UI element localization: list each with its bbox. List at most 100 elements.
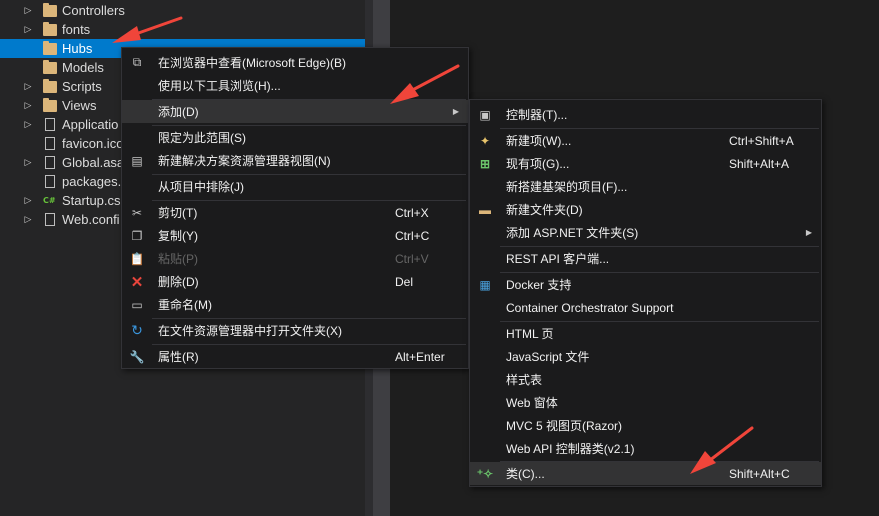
tree-item-label: Global.asa <box>62 155 125 170</box>
docker-icon: ▦ <box>479 277 491 292</box>
menu-item-label: 剪切(T) <box>158 206 198 220</box>
menu-item-label: 控制器(T)... <box>506 108 568 122</box>
submenu-item-existing-item[interactable]: ⊞ 现有项(G)... Shift+Alt+A <box>470 152 821 175</box>
submenu-item-controller[interactable]: ▣ 控制器(T)... <box>470 103 821 126</box>
folder-icon <box>43 40 57 55</box>
menu-item-label: Container Orchestrator Support <box>506 300 674 315</box>
menu-item-label: 新建文件夹(D) <box>506 203 583 217</box>
new-folder-icon: ▬ <box>479 202 491 217</box>
tree-item-label: packages. <box>62 174 122 189</box>
menu-item-label: 类(C)... <box>506 467 545 481</box>
tree-item-label: Scripts <box>62 79 102 94</box>
submenu-item-class[interactable]: ⁺✧ 类(C)... Shift+Alt+C <box>470 462 821 485</box>
menu-item-properties[interactable]: 🔧 属性(R) Alt+Enter <box>122 345 468 368</box>
menu-item-rename[interactable]: ▭ 重命名(M) <box>122 293 468 316</box>
menu-item-label: 添加(D) <box>158 105 199 119</box>
csharp-file-icon: C# <box>43 196 56 205</box>
config-file-icon <box>45 118 55 131</box>
expand-arrow-icon[interactable]: ▷ <box>22 25 34 35</box>
controller-icon: ▣ <box>479 107 491 122</box>
expand-arrow-icon[interactable]: ▷ <box>22 101 34 111</box>
submenu-item-web-form[interactable]: Web 窗体 <box>470 391 821 414</box>
menu-item-delete[interactable]: ✕ 删除(D) Del <box>122 270 468 293</box>
menu-item-label: HTML 页 <box>506 327 554 341</box>
menu-item-label: 复制(Y) <box>158 229 198 243</box>
config-file-icon <box>45 175 55 188</box>
menu-item-label: 删除(D) <box>158 275 199 289</box>
expand-arrow-icon[interactable]: ▷ <box>22 120 34 130</box>
menu-item-paste[interactable]: 📋 粘贴(P) Ctrl+V <box>122 247 468 270</box>
expand-arrow-icon[interactable]: ▷ <box>22 215 34 225</box>
new-item-icon: ✦ <box>479 133 491 148</box>
menu-item-label: Web API 控制器类(v2.1) <box>506 442 635 456</box>
paste-icon: 📋 <box>129 251 145 266</box>
menu-shortcut: Alt+Enter <box>395 349 445 364</box>
menu-item-open-in-explorer[interactable]: ↻ 在文件资源管理器中打开文件夹(X) <box>122 319 468 342</box>
submenu-item-aspnet-folder[interactable]: 添加 ASP.NET 文件夹(S) ▶ <box>470 221 821 244</box>
menu-shortcut: Ctrl+C <box>395 228 430 243</box>
menu-item-exclude[interactable]: 从项目中排除(J) <box>122 175 468 198</box>
submenu-item-docker[interactable]: ▦ Docker 支持 <box>470 273 821 296</box>
tree-item-label: Views <box>62 98 97 113</box>
menu-item-scope-to-this[interactable]: 限定为此范围(S) <box>122 126 468 149</box>
folder-icon <box>43 97 57 112</box>
submenu-item-rest-api[interactable]: REST API 客户端... <box>470 247 821 270</box>
expand-arrow-icon[interactable]: ▷ <box>22 6 34 16</box>
submenu-item-html-page[interactable]: HTML 页 <box>470 322 821 345</box>
menu-item-label: 从项目中排除(J) <box>158 180 244 194</box>
submenu-item-new-item[interactable]: ✦ 新建项(W)... Ctrl+Shift+A <box>470 129 821 152</box>
existing-item-icon: ⊞ <box>479 156 491 171</box>
file-icon <box>45 137 55 150</box>
expand-arrow-icon[interactable]: ▷ <box>22 158 34 168</box>
submenu-item-stylesheet[interactable]: 样式表 <box>470 368 821 391</box>
menu-item-label: 在文件资源管理器中打开文件夹(X) <box>158 324 342 338</box>
menu-item-label: 新建解决方案资源管理器视图(N) <box>158 154 331 168</box>
tree-item-controllers[interactable]: ▷ Controllers <box>0 1 365 20</box>
menu-item-label: Docker 支持 <box>506 278 572 292</box>
submenu-item-web-api-controller[interactable]: Web API 控制器类(v2.1) <box>470 437 821 460</box>
menu-shortcut: Shift+Alt+A <box>729 156 790 171</box>
wrench-icon: 🔧 <box>129 349 145 364</box>
submenu-item-container-orchestrator[interactable]: Container Orchestrator Support <box>470 296 821 319</box>
menu-item-label: 使用以下工具浏览(H)... <box>158 79 281 93</box>
menu-shortcut: Ctrl+X <box>395 205 429 220</box>
menu-item-cut[interactable]: ✂ 剪切(T) Ctrl+X <box>122 201 468 224</box>
menu-item-browse-with[interactable]: 使用以下工具浏览(H)... <box>122 74 468 97</box>
submenu-item-javascript[interactable]: JavaScript 文件 <box>470 345 821 368</box>
menu-item-label: 在浏览器中查看(Microsoft Edge)(B) <box>158 56 347 70</box>
tree-item-fonts[interactable]: ▷ fonts <box>0 20 365 39</box>
menu-item-view-in-browser[interactable]: ⧉ 在浏览器中查看(Microsoft Edge)(B) <box>122 51 468 74</box>
menu-item-label: JavaScript 文件 <box>506 350 590 364</box>
copy-icon: ❐ <box>131 228 143 243</box>
menu-item-label: 现有项(G)... <box>506 157 570 171</box>
submenu-item-scaffolded[interactable]: 新搭建基架的项目(F)... <box>470 175 821 198</box>
tree-item-label: fonts <box>62 22 91 37</box>
folder-icon <box>43 2 57 17</box>
folder-icon <box>43 59 57 74</box>
menu-shortcut: Shift+Alt+C <box>729 466 790 481</box>
submenu-item-mvc-view[interactable]: MVC 5 视图页(Razor) <box>470 414 821 437</box>
menu-item-add[interactable]: 添加(D) ▶ <box>122 100 468 123</box>
tree-item-label: favicon.ico <box>62 136 124 151</box>
menu-shortcut: Del <box>395 274 414 289</box>
menu-item-label: 新建项(W)... <box>506 134 572 148</box>
add-submenu: ▣ 控制器(T)... ✦ 新建项(W)... Ctrl+Shift+A ⊞ 现… <box>469 99 822 487</box>
menu-item-new-explorer-view[interactable]: ▤ 新建解决方案资源管理器视图(N) <box>122 149 468 172</box>
menu-item-copy[interactable]: ❐ 复制(Y) Ctrl+C <box>122 224 468 247</box>
tree-item-label: Startup.cs <box>62 193 121 208</box>
class-icon: ⁺✧ <box>476 466 494 481</box>
new-view-icon: ▤ <box>131 153 143 168</box>
expand-arrow-icon[interactable]: ▷ <box>22 82 34 92</box>
menu-item-label: 限定为此范围(S) <box>158 131 246 145</box>
folder-icon <box>43 78 57 93</box>
browser-icon: ⧉ <box>132 55 142 69</box>
menu-item-label: REST API 客户端... <box>506 252 610 266</box>
refresh-icon: ↻ <box>131 322 143 338</box>
expand-arrow-icon[interactable]: ▷ <box>22 196 34 206</box>
tree-item-label: Web.confi <box>62 212 120 227</box>
submenu-item-new-folder[interactable]: ▬ 新建文件夹(D) <box>470 198 821 221</box>
delete-icon: ✕ <box>130 273 144 291</box>
tree-item-label: Hubs <box>62 41 93 56</box>
menu-item-label: 重命名(M) <box>158 298 212 312</box>
config-file-icon <box>45 213 55 226</box>
